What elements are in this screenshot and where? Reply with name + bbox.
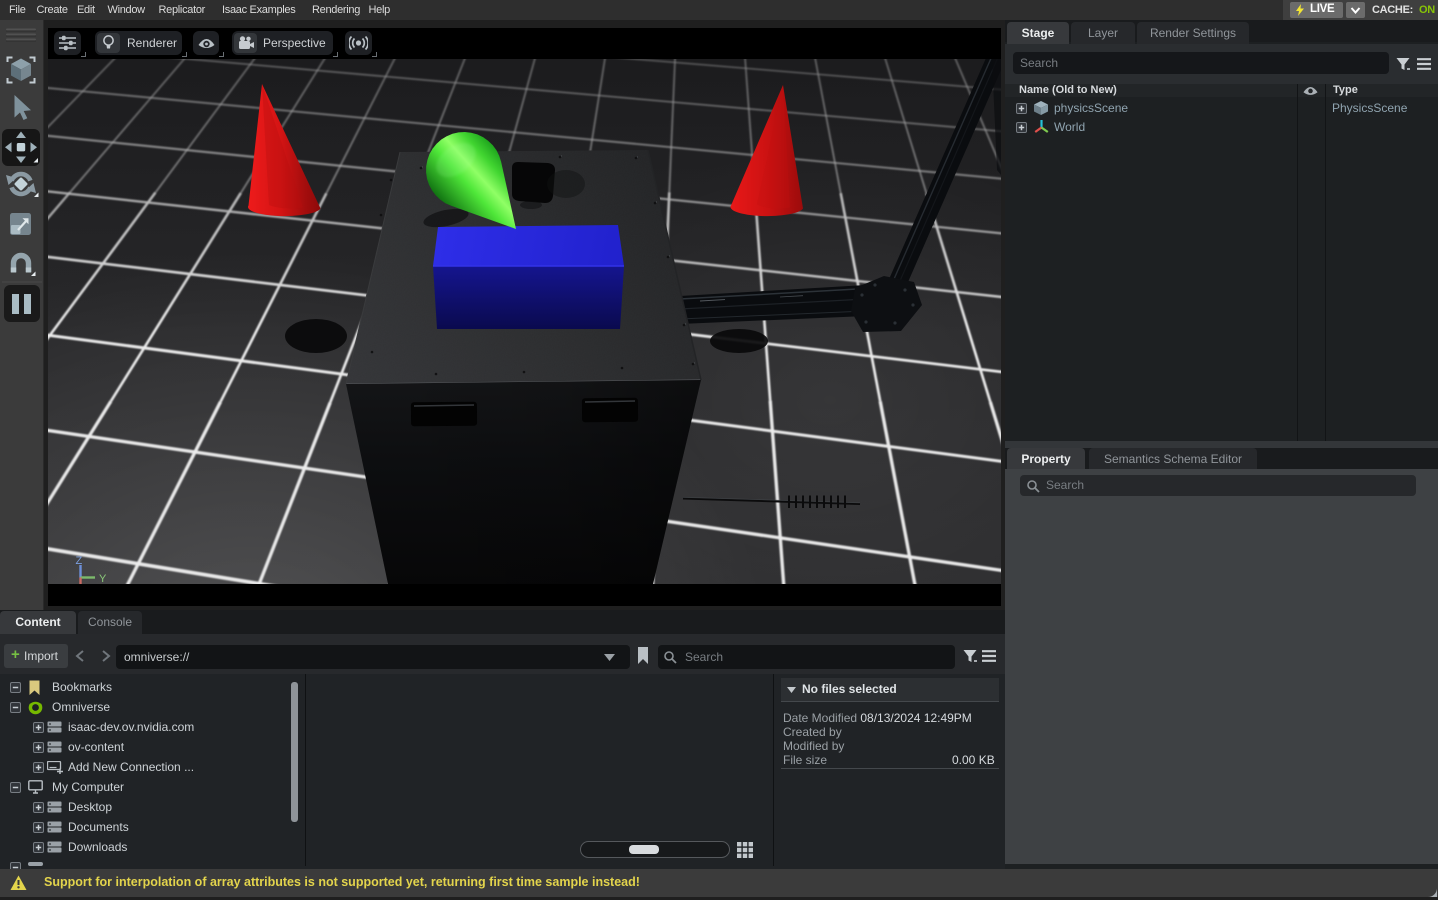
svg-text:Z: Z bbox=[76, 555, 83, 567]
svg-text:Y: Y bbox=[99, 573, 107, 584]
